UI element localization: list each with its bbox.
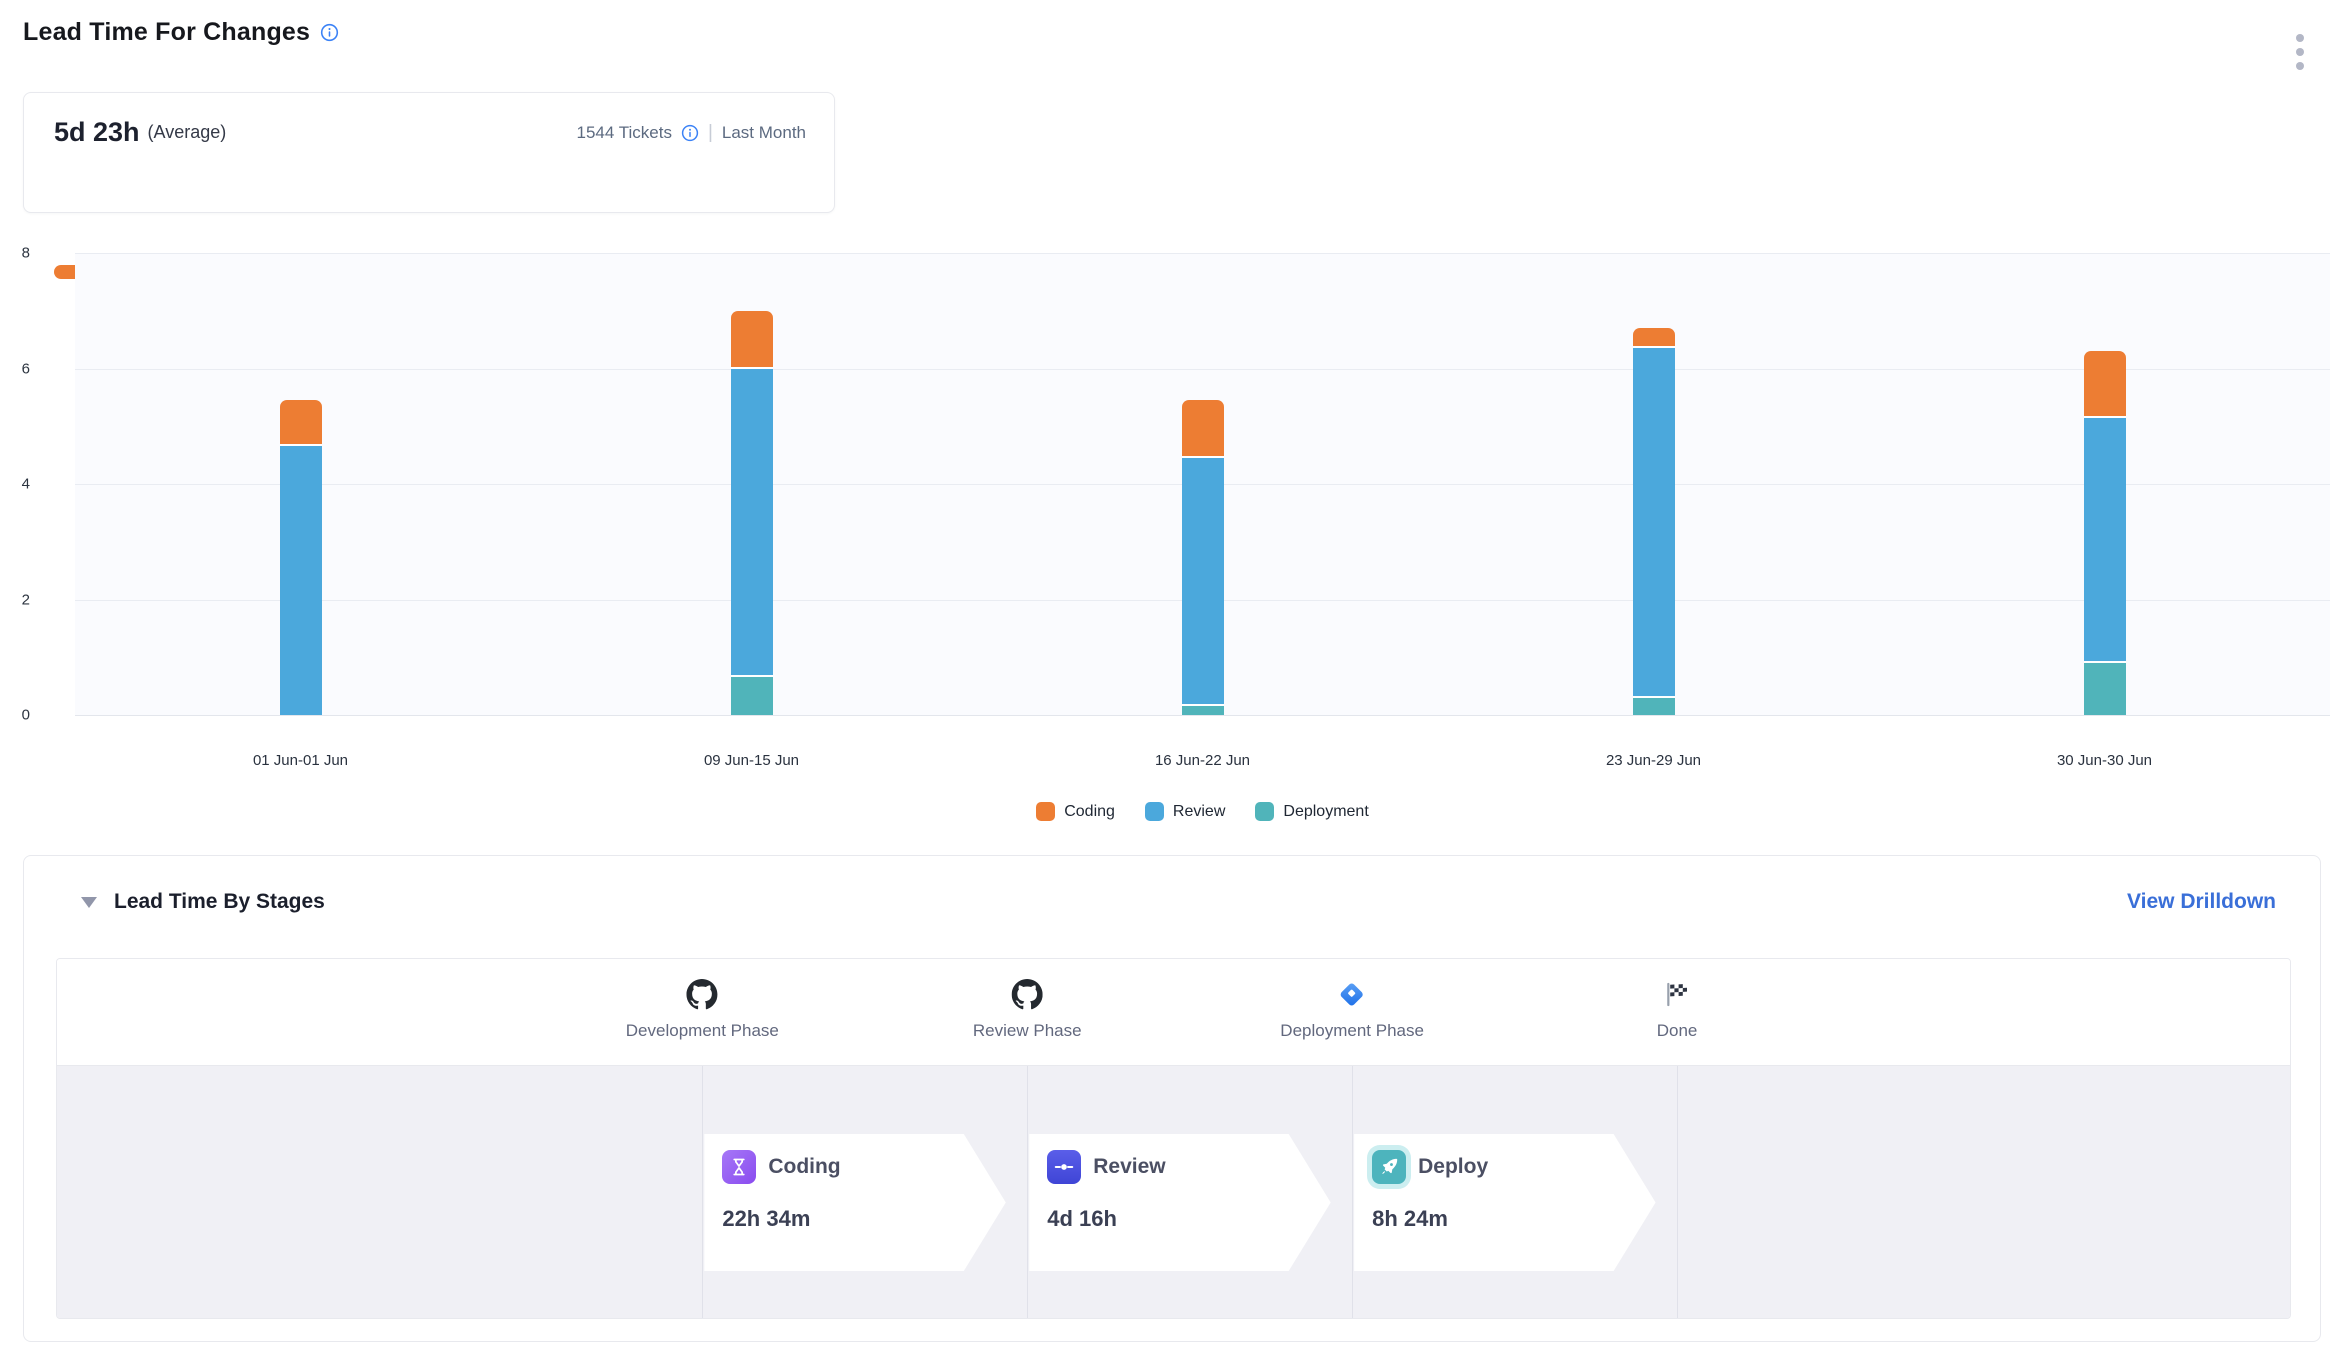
y-axis: 02468 [0, 253, 44, 715]
bar-slot [526, 253, 977, 715]
bar-segment-review[interactable] [280, 446, 322, 715]
stages-panel-title: Lead Time By Stages [114, 890, 325, 914]
commit-icon [1047, 1150, 1081, 1184]
bar-segment-review[interactable] [2084, 418, 2126, 663]
bar-01 Jun-01 Jun[interactable] [280, 400, 322, 715]
legend-label: Deployment [1283, 803, 1368, 821]
kebab-menu-icon[interactable] [2292, 30, 2308, 74]
y-tick-label: 2 [22, 591, 30, 608]
column-divider [1027, 1066, 1028, 1318]
rocket-icon [1372, 1150, 1406, 1184]
column-divider [1677, 1066, 1678, 1318]
github-icon [1012, 979, 1043, 1010]
bar-slot [1428, 253, 1879, 715]
phase-label: Review Phase [973, 1021, 1082, 1041]
collapse-caret-icon[interactable] [81, 897, 97, 908]
bar-segment-review[interactable] [731, 369, 773, 678]
bar-segment-coding[interactable] [731, 311, 773, 369]
stages-body: Coding 22h 34m Review 4d 16h Deploy 8h 24m [57, 1065, 2290, 1318]
stage-label: Deploy [1418, 1155, 1488, 1179]
stage-duration: 8h 24m [1372, 1206, 1655, 1232]
x-axis-label: 16 Jun-22 Jun [977, 752, 1428, 769]
bar-segment-deployment[interactable] [1633, 698, 1675, 715]
phase-header-done: Done [1657, 979, 1698, 1041]
column-divider [1352, 1066, 1353, 1318]
info-icon[interactable] [320, 23, 339, 42]
column-divider [702, 1066, 703, 1318]
phase-header-row: Development Phase Review Phase Deployment … [57, 959, 2290, 1065]
stage-label: Coding [768, 1155, 840, 1179]
bar-segment-deployment[interactable] [1182, 706, 1224, 715]
view-drilldown-link[interactable]: View Drilldown [2127, 890, 2276, 914]
bar-30 Jun-30 Jun[interactable] [2084, 351, 2126, 715]
stage-card-review: Review 4d 16h [1029, 1134, 1330, 1271]
x-axis-label: 01 Jun-01 Jun [75, 752, 526, 769]
average-lead-time-value: 5d 23h [54, 117, 140, 148]
lead-time-by-stages-panel: Lead Time By Stages View Drilldown Devel… [23, 855, 2321, 1342]
phase-label: Deployment Phase [1280, 1021, 1424, 1041]
lead-time-widget: Lead Time For Changes 5d 23h (Average) 1… [0, 0, 2344, 1352]
bar-segment-deployment[interactable] [2084, 663, 2126, 715]
stage-duration: 4d 16h [1047, 1206, 1330, 1232]
x-axis-label: 09 Jun-15 Jun [526, 752, 977, 769]
jira-icon [1337, 979, 1368, 1010]
bar-slot [75, 253, 526, 715]
bar-segment-coding[interactable] [280, 400, 322, 446]
stage-label: Review [1093, 1155, 1165, 1179]
legend-label: Review [1173, 803, 1225, 821]
legend-swatch-icon [1036, 802, 1055, 821]
stage-duration: 22h 34m [722, 1206, 1005, 1232]
phase-label: Done [1657, 1021, 1698, 1041]
bar-slot [1879, 253, 2330, 715]
separator: | [708, 122, 713, 144]
stages-table: Development Phase Review Phase Deployment … [56, 958, 2291, 1319]
bar-segment-coding[interactable] [1182, 400, 1224, 458]
y-tick-label: 0 [22, 707, 30, 724]
tickets-info-icon[interactable] [681, 124, 699, 142]
bar-segment-coding[interactable] [2084, 351, 2126, 417]
phase-label: Development Phase [626, 1021, 779, 1041]
x-axis-label: 23 Jun-29 Jun [1428, 752, 1879, 769]
legend-swatch-icon [1255, 802, 1274, 821]
period-label: Last Month [722, 123, 806, 143]
chart-legend: Coding Review Deployment [75, 802, 2330, 821]
bar-segment-coding[interactable] [1633, 328, 1675, 348]
summary-card: 5d 23h (Average) 1544 Tickets | Last Mon… [23, 92, 835, 213]
checkered-flag-icon [1662, 979, 1693, 1010]
gridline [75, 715, 2330, 716]
legend-item-coding[interactable]: Coding [1036, 802, 1115, 821]
github-icon [687, 979, 718, 1010]
bar-segment-review[interactable] [1633, 348, 1675, 697]
stage-card-coding: Coding 22h 34m [704, 1134, 1005, 1271]
bar-23 Jun-29 Jun[interactable] [1633, 328, 1675, 715]
y-tick-label: 8 [22, 245, 30, 262]
x-axis-label: 30 Jun-30 Jun [1879, 752, 2330, 769]
legend-swatch-icon [1145, 802, 1164, 821]
widget-header: Lead Time For Changes [23, 18, 339, 47]
bar-16 Jun-22 Jun[interactable] [1182, 400, 1224, 715]
hourglass-icon [722, 1150, 756, 1184]
phase-header-deployment-phase: Deployment Phase [1280, 979, 1424, 1041]
phase-header-development-phase: Development Phase [626, 979, 779, 1041]
y-tick-label: 4 [22, 476, 30, 493]
bar-segment-deployment[interactable] [731, 677, 773, 715]
legend-item-review[interactable]: Review [1145, 802, 1225, 821]
tickets-count: 1544 Tickets [577, 123, 672, 143]
phase-header-review-phase: Review Phase [973, 979, 1082, 1041]
average-label: (Average) [148, 122, 227, 143]
x-axis: 01 Jun-01 Jun09 Jun-15 Jun16 Jun-22 Jun2… [75, 752, 2330, 769]
legend-label: Coding [1064, 803, 1115, 821]
y-tick-label: 6 [22, 360, 30, 377]
stacked-bar-chart [75, 253, 2330, 715]
page-title: Lead Time For Changes [23, 18, 310, 47]
stage-card-deploy: Deploy 8h 24m [1354, 1134, 1655, 1271]
bar-segment-review[interactable] [1182, 458, 1224, 706]
bar-09 Jun-15 Jun[interactable] [731, 311, 773, 715]
bar-slot [977, 253, 1428, 715]
legend-item-deployment[interactable]: Deployment [1255, 802, 1368, 821]
